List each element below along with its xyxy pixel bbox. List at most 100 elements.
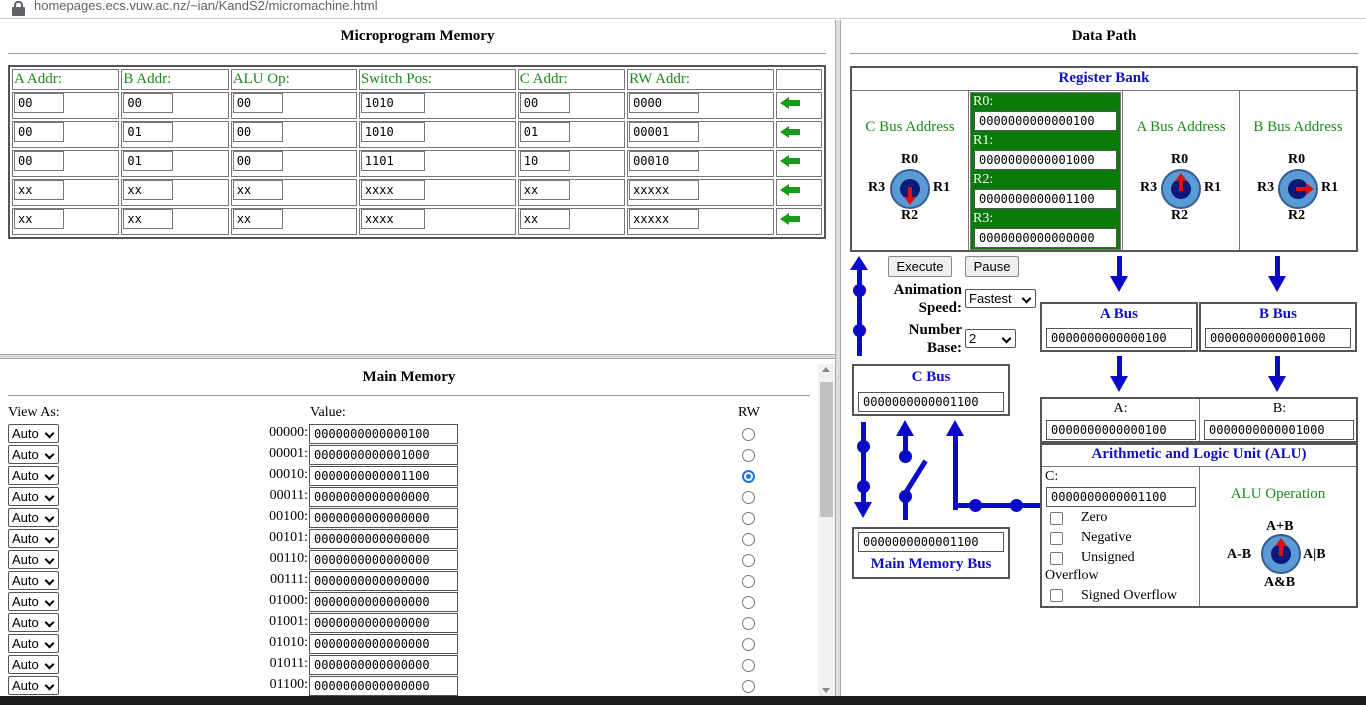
memory-value-input[interactable]: 0000000000000000	[309, 529, 458, 549]
memory-value-input[interactable]: 0000000000000000	[309, 676, 458, 696]
view-as-select[interactable]: Auto	[8, 529, 59, 548]
view-as-select[interactable]: Auto	[8, 613, 59, 632]
microprogram-field[interactable]: xx	[519, 180, 570, 200]
register-value[interactable]: 0000000000001000	[974, 150, 1117, 170]
register-label: R3:	[973, 211, 994, 226]
rw-radio[interactable]	[742, 491, 755, 504]
view-as-select[interactable]: Auto	[8, 592, 59, 611]
view-as-select[interactable]: Auto	[8, 424, 59, 443]
rw-radio[interactable]	[742, 596, 755, 609]
main-memory-scrollbar[interactable]	[818, 364, 835, 696]
microprogram-field[interactable]: xx	[123, 180, 174, 200]
register-value[interactable]: 0000000000000000	[974, 228, 1117, 248]
memory-value-input[interactable]: 0000000000000000	[309, 487, 458, 507]
view-as-select[interactable]: Auto	[8, 655, 59, 674]
microprogram-field[interactable]: xxxx	[360, 209, 425, 229]
microprogram-field[interactable]: xx	[232, 209, 283, 229]
view-as-select[interactable]: Auto	[8, 466, 59, 485]
rw-radio[interactable]	[742, 638, 755, 651]
microprogram-field[interactable]: 00	[14, 122, 64, 142]
b-bus-address-knob[interactable]	[1278, 169, 1318, 209]
microprogram-field[interactable]: 10	[519, 151, 570, 171]
rw-radio[interactable]	[742, 449, 755, 462]
load-arrow-icon[interactable]	[780, 126, 801, 138]
pause-button[interactable]: Pause	[965, 256, 1019, 277]
unsigned-overflow-checkbox[interactable]	[1050, 552, 1063, 565]
microprogram-field[interactable]: 00001	[629, 122, 700, 142]
microprogram-field[interactable]: xxxxx	[629, 209, 700, 229]
microprogram-field[interactable]: 00	[14, 93, 64, 113]
rw-radio[interactable]	[742, 512, 755, 525]
memory-value-input[interactable]: 0000000000000000	[309, 550, 458, 570]
alu-operation-knob[interactable]	[1261, 534, 1301, 574]
microprogram-field[interactable]: 01	[123, 122, 174, 142]
memory-value-input[interactable]: 0000000000000000	[309, 613, 458, 633]
rw-radio[interactable]	[742, 470, 755, 483]
memory-value-input[interactable]: 0000000000000000	[309, 571, 458, 591]
view-as-select[interactable]: Auto	[8, 508, 59, 527]
memory-value-input[interactable]: 0000000000000000	[309, 592, 458, 612]
view-as-select[interactable]: Auto	[8, 571, 59, 590]
scroll-down-icon[interactable]	[822, 688, 830, 693]
memory-value-input[interactable]: 0000000000001000	[309, 445, 458, 465]
load-arrow-icon[interactable]	[780, 213, 801, 225]
zero-checkbox[interactable]	[1050, 512, 1063, 525]
load-arrow-icon[interactable]	[780, 184, 801, 196]
microprogram-field[interactable]: 00	[519, 93, 570, 113]
memory-value-input[interactable]: 0000000000000000	[309, 634, 458, 654]
view-as-select[interactable]: Auto	[8, 550, 59, 569]
register-value[interactable]: 0000000000000100	[974, 111, 1117, 131]
execute-button[interactable]: Execute	[888, 256, 952, 277]
rw-radio[interactable]	[742, 575, 755, 588]
register-value[interactable]: 0000000000001100	[974, 189, 1117, 209]
microprogram-field[interactable]: 1101	[360, 151, 425, 171]
main-memory-bus-value: 0000000000001100	[858, 532, 1004, 552]
microprogram-field[interactable]: 0000	[629, 93, 700, 113]
memory-value-input[interactable]: 0000000000000100	[309, 424, 458, 444]
view-as-select[interactable]: Auto	[8, 445, 59, 464]
microprogram-field[interactable]: 1010	[360, 93, 425, 113]
scroll-up-icon[interactable]	[822, 367, 830, 372]
c-bus-address-knob[interactable]	[890, 169, 930, 209]
scrollbar-thumb[interactable]	[820, 382, 833, 517]
animation-speed-select[interactable]: Fastest	[965, 289, 1036, 308]
rw-radio[interactable]	[742, 680, 755, 693]
rw-radio[interactable]	[742, 533, 755, 546]
microprogram-field[interactable]: 00	[123, 93, 174, 113]
view-as-select[interactable]: Auto	[8, 487, 59, 506]
microprogram-field[interactable]: xx	[519, 209, 570, 229]
microprogram-field[interactable]: xx	[232, 180, 283, 200]
number-base-select[interactable]: 2	[965, 329, 1016, 348]
memory-value-input[interactable]: 0000000000000000	[309, 655, 458, 675]
a-bus-address-knob[interactable]	[1161, 169, 1201, 209]
microprogram-field[interactable]: 01	[123, 151, 174, 171]
load-arrow-icon[interactable]	[780, 155, 801, 167]
c-knob-r3-label: R3	[868, 180, 886, 195]
view-as-select[interactable]: Auto	[8, 676, 59, 695]
rw-radio[interactable]	[742, 617, 755, 630]
microprogram-field[interactable]: xx	[14, 209, 64, 229]
microprogram-field[interactable]: 00	[232, 93, 283, 113]
microprogram-field[interactable]: xx	[14, 180, 64, 200]
splitter-vertical[interactable]	[835, 20, 841, 696]
microprogram-field[interactable]: xx	[123, 209, 174, 229]
microprogram-field[interactable]: xxxx	[360, 180, 425, 200]
microprogram-field[interactable]: 1010	[360, 122, 425, 142]
memory-value-input[interactable]: 0000000000000000	[309, 508, 458, 528]
microprogram-field[interactable]: 00	[232, 122, 283, 142]
a-bus-address-label: A Bus Address	[1136, 119, 1226, 135]
rw-radio[interactable]	[742, 659, 755, 672]
microprogram-field[interactable]: 01	[519, 122, 570, 142]
microprogram-field[interactable]: 00	[232, 151, 283, 171]
memory-value-input[interactable]: 0000000000001100	[309, 466, 458, 486]
address-bar[interactable]: homepages.ecs.vuw.ac.nz/~ian/KandS2/micr…	[0, 0, 1366, 19]
view-as-select[interactable]: Auto	[8, 634, 59, 653]
microprogram-field[interactable]: 00010	[629, 151, 700, 171]
load-arrow-icon[interactable]	[780, 97, 801, 109]
rw-radio[interactable]	[742, 428, 755, 441]
negative-checkbox[interactable]	[1050, 532, 1063, 545]
signed-overflow-checkbox[interactable]	[1050, 589, 1063, 602]
rw-radio[interactable]	[742, 554, 755, 567]
microprogram-field[interactable]: xxxxx	[629, 180, 700, 200]
microprogram-field[interactable]: 00	[14, 151, 64, 171]
